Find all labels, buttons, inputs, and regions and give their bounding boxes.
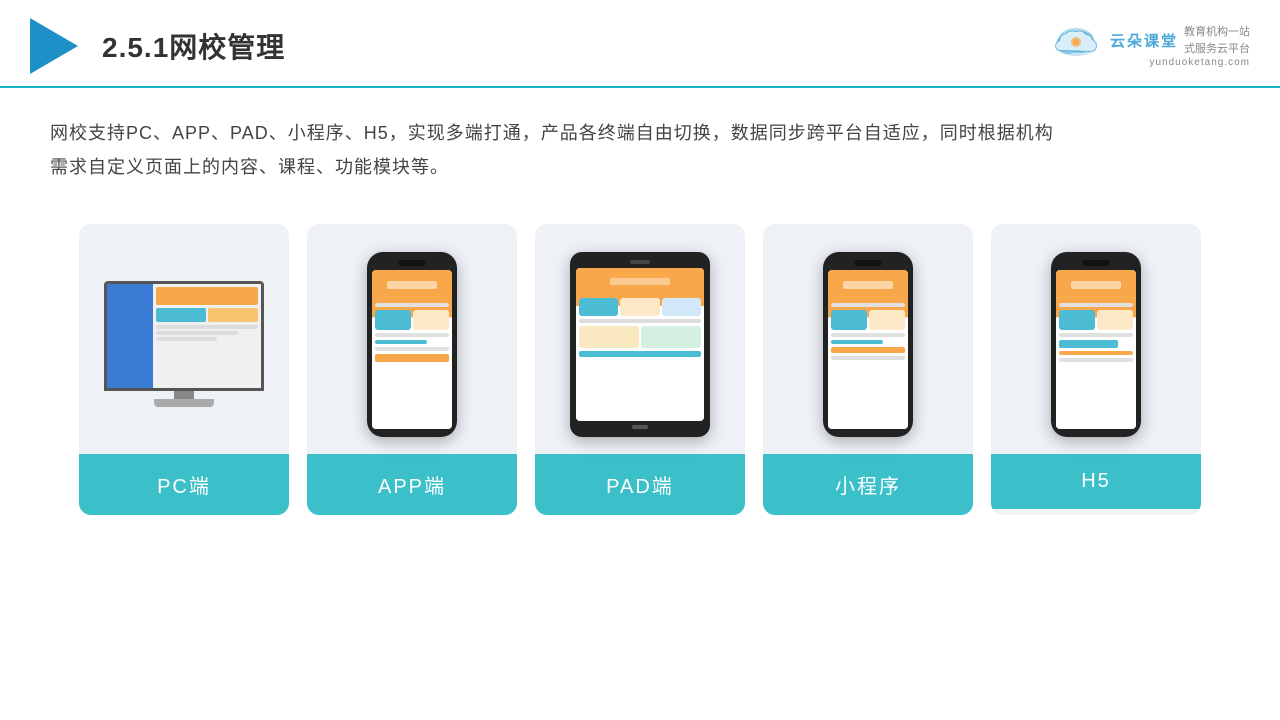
description-line2: 需求自定义页面上的内容、课程、功能模块等。 <box>50 150 1230 184</box>
card-miniprogram-label: 小程序 <box>763 454 973 515</box>
miniprogram-screen-content <box>828 270 908 429</box>
card-miniprogram: 小程序 <box>763 224 973 515</box>
h5-phone-mockup <box>1051 252 1141 437</box>
description-block: 网校支持PC、APP、PAD、小程序、H5，实现多端打通，产品各终端自由切换，数… <box>0 88 1280 194</box>
card-pad-label: PAD端 <box>535 454 745 515</box>
card-pc-label: PC端 <box>79 454 289 515</box>
h5-notch <box>1082 260 1110 266</box>
cloud-svg-icon <box>1050 24 1102 65</box>
description-line1: 网校支持PC、APP、PAD、小程序、H5，实现多端打通，产品各终端自由切换，数… <box>50 116 1230 150</box>
page-title: 2.5.1网校管理 <box>102 26 285 66</box>
phone-notch <box>398 260 426 266</box>
h5-screen-content <box>1056 270 1136 429</box>
card-miniprogram-image <box>763 224 973 454</box>
card-app-image <box>307 224 517 454</box>
pc-content <box>153 284 261 388</box>
logo-slogan: 教育机构一站 式服务云平台 <box>1184 24 1250 57</box>
pc-base <box>154 399 214 407</box>
phone-screen <box>372 270 452 429</box>
miniprogram-screen <box>828 270 908 429</box>
card-pad: PAD端 <box>535 224 745 515</box>
pc-screen-inner <box>107 284 261 388</box>
miniprogram-notch <box>854 260 882 266</box>
cards-container: PC端 <box>0 194 1280 545</box>
app-phone-mockup <box>367 252 457 437</box>
logo-text-area: 云朵课堂 教育机构一站 式服务云平台 yunduoketang.com <box>1110 24 1250 68</box>
pc-neck <box>174 391 194 399</box>
pc-screen <box>104 281 264 391</box>
play-icon <box>30 18 78 74</box>
card-h5-image <box>991 224 1201 454</box>
pc-mockup <box>104 281 264 407</box>
title-text: 网校管理 <box>169 32 285 63</box>
page-header: 2.5.1网校管理 云朵课堂 教育机构一站 式服务云 <box>0 0 1280 88</box>
header-left: 2.5.1网校管理 <box>30 18 285 74</box>
tablet-mockup <box>570 252 710 437</box>
pc-sidebar <box>107 284 153 388</box>
card-h5-label: H5 <box>991 454 1201 509</box>
card-h5: H5 <box>991 224 1201 515</box>
miniprogram-phone-mockup <box>823 252 913 437</box>
card-pad-image <box>535 224 745 454</box>
logo-chinese: 云朵课堂 <box>1110 30 1178 51</box>
card-pc: PC端 <box>79 224 289 515</box>
tablet-screen <box>576 268 704 421</box>
tablet-home-btn <box>632 425 648 429</box>
tablet-btn <box>630 260 650 264</box>
logo-badge-top: 云朵课堂 教育机构一站 式服务云平台 <box>1110 24 1250 57</box>
logo-english: yunduoketang.com <box>1149 57 1250 68</box>
brand-logo: 云朵课堂 教育机构一站 式服务云平台 yunduoketang.com <box>1050 24 1250 68</box>
phone-screen-content <box>372 270 452 429</box>
card-pc-image <box>79 224 289 454</box>
card-app: APP端 <box>307 224 517 515</box>
h5-screen <box>1056 270 1136 429</box>
tablet-screen-content <box>576 268 704 421</box>
card-app-label: APP端 <box>307 454 517 515</box>
section-number: 2.5.1 <box>102 32 169 63</box>
